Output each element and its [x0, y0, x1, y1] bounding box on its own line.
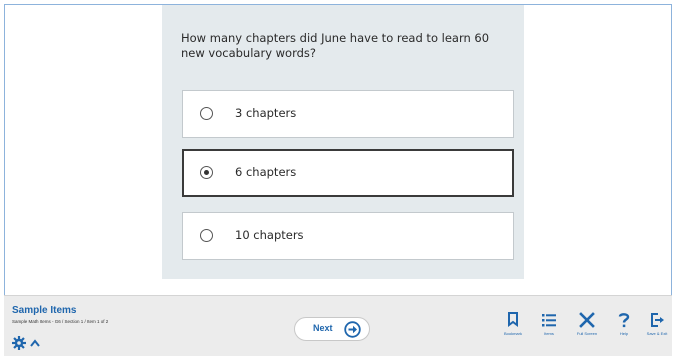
tool-label: Save & Exit	[646, 331, 668, 336]
gear-icon	[12, 336, 26, 350]
list-icon	[542, 314, 556, 327]
bookmark-icon	[508, 312, 518, 327]
next-label: Next	[313, 323, 333, 333]
chevron-up-icon	[30, 339, 40, 347]
choice-label: 3 chapters	[235, 106, 297, 120]
bookmark-button[interactable]: Bookmark	[498, 310, 528, 354]
section-title: Sample Items	[12, 305, 77, 316]
tool-label: Items	[544, 331, 554, 336]
radio-button[interactable]	[200, 229, 213, 242]
answer-choice-1[interactable]: 3 chapters	[182, 90, 514, 138]
arrow-right-circle-icon	[344, 321, 361, 338]
next-button[interactable]: Next	[294, 317, 370, 341]
full-screen-button[interactable]: Full Screen	[572, 310, 602, 354]
save-exit-button[interactable]: Save & Exit	[642, 310, 672, 354]
question-text: How many chapters did June have to read …	[181, 31, 490, 60]
tool-label: Bookmark	[503, 331, 522, 336]
exit-icon	[651, 313, 664, 327]
radio-button[interactable]	[200, 107, 213, 120]
breadcrumb: Sample Math Items - G6 / Section 1 / Ite…	[12, 319, 109, 324]
items-button[interactable]: Items	[534, 310, 564, 354]
radio-button-selected[interactable]	[200, 166, 213, 179]
tool-label: Full Screen	[576, 331, 598, 336]
item-frame: How many chapters did June have to read …	[4, 4, 672, 295]
radio-dot	[204, 170, 209, 175]
full-screen-icon	[579, 312, 595, 328]
answer-choice-2[interactable]: 6 chapters	[182, 149, 514, 197]
tool-label: Help	[619, 331, 629, 336]
footer-toolbar: Sample Items Sample Math Items - G6 / Se…	[4, 295, 672, 356]
help-button[interactable]: Help	[609, 310, 639, 354]
answer-choice-3[interactable]: 10 chapters	[182, 212, 514, 260]
choice-label: 10 chapters	[235, 228, 304, 242]
help-icon	[618, 313, 630, 328]
question-panel: How many chapters did June have to read …	[162, 5, 524, 279]
choice-label: 6 chapters	[235, 165, 297, 179]
settings-button[interactable]	[12, 334, 46, 352]
